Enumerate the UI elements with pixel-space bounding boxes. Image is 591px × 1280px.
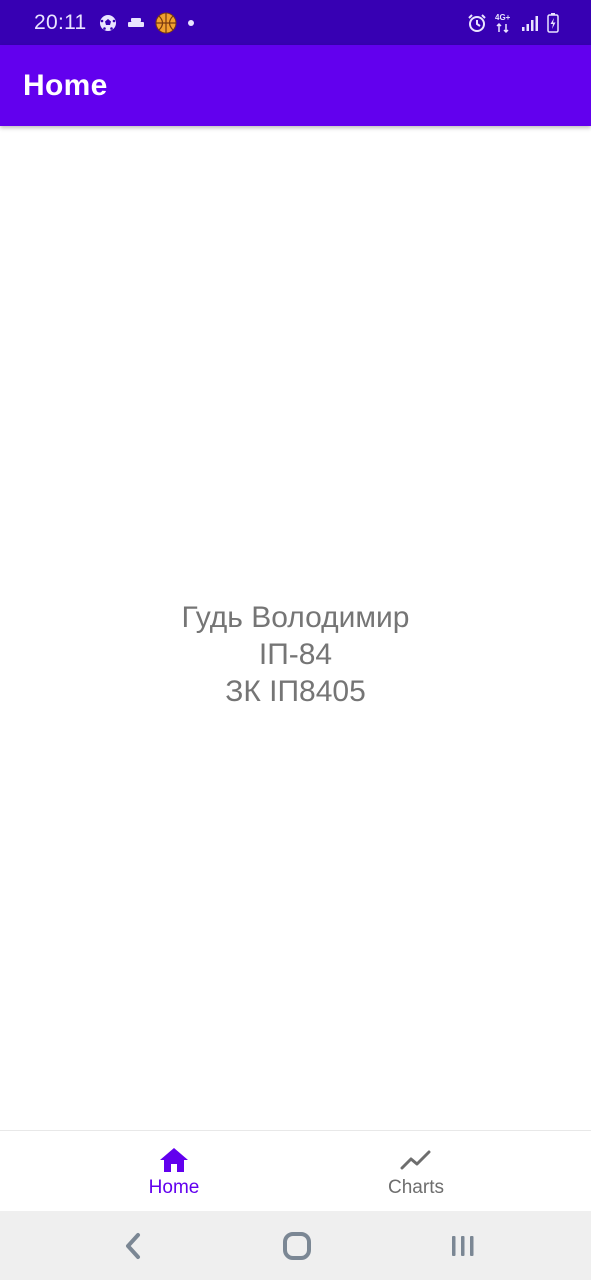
nav-item-charts[interactable]: Charts [341,1131,491,1211]
app-screen: 20:11 4G+ Home Гудь Володимир ІП-84 ЗК І… [0,0,591,1280]
back-icon [126,1233,140,1259]
status-right-icons: 4G+ [467,12,559,34]
tray-icon [127,16,145,30]
battery-charging-icon [547,12,559,33]
home-square-icon [283,1232,311,1260]
trending-icon [400,1146,432,1174]
recent-apps-icon [452,1236,474,1256]
back-button[interactable] [113,1231,153,1261]
alarm-icon [467,13,487,33]
bottom-navigation: Home Charts [0,1130,591,1211]
status-time: 20:11 [34,10,87,34]
status-bar: 20:11 4G+ [0,0,591,45]
student-name: Гудь Володимир [181,600,410,634]
page-title: Home [23,68,108,102]
nav-label-charts: Charts [388,1177,444,1198]
student-info: Гудь Володимир ІП-84 ЗК ІП8405 [182,599,410,710]
main-content: Гудь Володимир ІП-84 ЗК ІП8405 [0,126,591,1130]
dot-icon [187,19,195,27]
system-navigation-bar [0,1211,591,1280]
app-bar: Home [0,45,591,126]
basketball-app-icon [155,12,177,34]
soccer-ball-icon [99,14,117,32]
signal-icon [521,14,539,32]
home-icon [159,1146,189,1174]
home-system-button[interactable] [277,1231,317,1261]
network-4g-icon: 4G+ [495,12,513,34]
network-label: 4G+ [495,13,511,22]
status-left-icons [99,12,195,34]
nav-label-home: Home [148,1177,200,1198]
recent-apps-button[interactable] [443,1231,483,1261]
student-group: ІП-84 [258,637,333,671]
nav-item-home[interactable]: Home [99,1131,249,1211]
student-record-book: ЗК ІП8405 [225,674,366,708]
